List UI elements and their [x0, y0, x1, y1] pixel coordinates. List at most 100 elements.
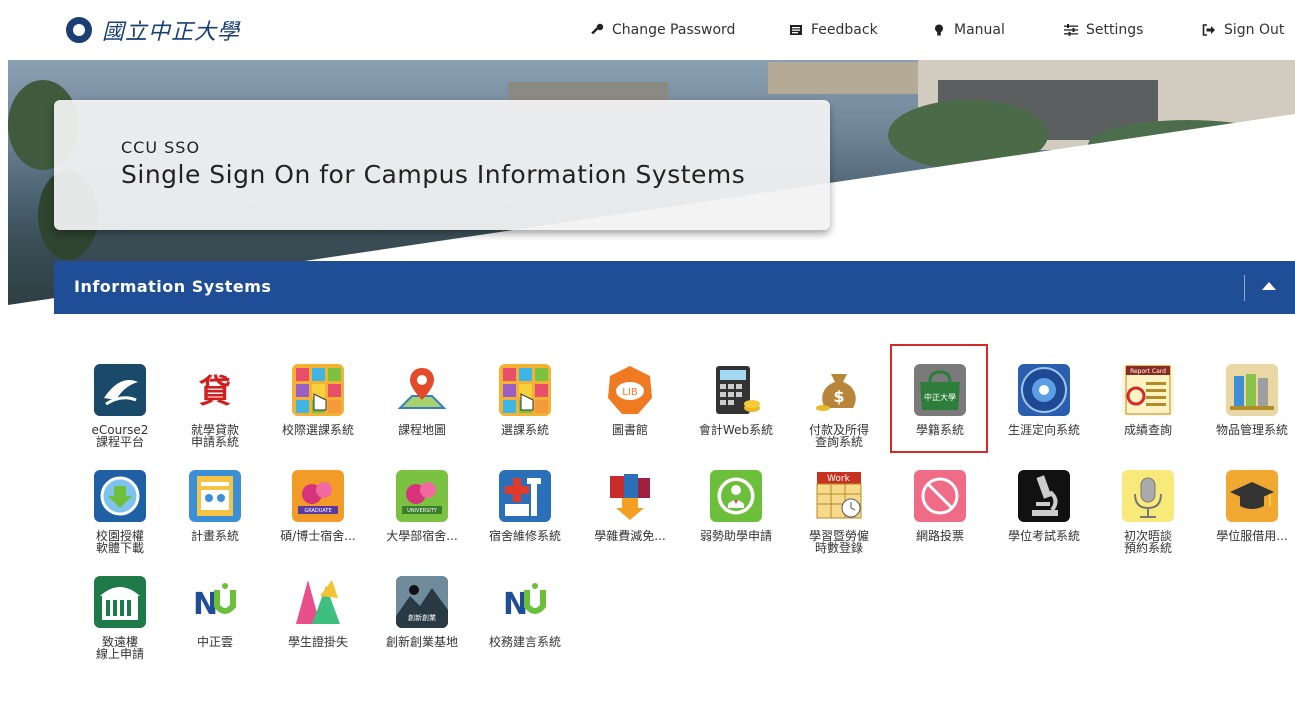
app-tile-student-loan[interactable]: 貸 就學貸款 申請系統 [165, 364, 265, 448]
calculator-icon [710, 364, 762, 416]
microscope-icon [1018, 470, 1070, 522]
app-tile-disadvantaged-aid[interactable]: 弱勢助學申請 [686, 470, 786, 542]
nu-suggestion-icon: N [499, 576, 551, 628]
app-tile-course-selection[interactable]: 選課系統 [475, 364, 575, 436]
collapse-arrow-icon[interactable] [1262, 282, 1276, 290]
graduation-cap-icon [1226, 470, 1278, 522]
app-label: 中正雲 [196, 635, 233, 649]
app-label: 網路投票 [915, 529, 964, 543]
app-tile-plan-system[interactable]: 計畫系統 [165, 470, 265, 542]
student-card-icon [292, 576, 344, 628]
app-label: 成績查詢 [1123, 423, 1172, 437]
svg-text:Report Card: Report Card [1130, 368, 1166, 375]
settings-label: Settings [1086, 22, 1144, 38]
app-tile-property-management[interactable]: 物品管理系統 [1202, 364, 1295, 436]
app-label: 會計Web系統 [698, 423, 774, 437]
app-tile-grade-inquiry[interactable]: Report Card 成績查詢 [1098, 364, 1198, 436]
vote-icon [914, 470, 966, 522]
app-label: 物品管理系統 [1215, 423, 1288, 437]
app-tile-inter-school-course[interactable]: 校際選課系統 [268, 364, 368, 436]
app-tile-ccu-cloud[interactable]: N 中正雲 [165, 576, 265, 648]
app-label: 創新創業基地 [385, 635, 458, 649]
loan-icon: 貸 [189, 364, 241, 416]
assistance-icon [710, 470, 762, 522]
app-tile-software-download[interactable]: 校園授權 軟體下載 [70, 470, 170, 554]
app-tile-career-orientation[interactable]: 生涯定向系統 [994, 364, 1094, 436]
change-password-label: Change Password [612, 22, 736, 38]
app-label: 學雜費減免... [594, 529, 666, 543]
report-card-icon: Report Card [1122, 364, 1174, 416]
money-bag-icon: $ [813, 364, 865, 416]
innovation-icon: 創新創業 [396, 576, 448, 628]
svg-text:創新創業: 創新創業 [408, 613, 436, 622]
repair-icon [499, 470, 551, 522]
app-label: 初次晤談 預約系統 [1123, 529, 1172, 555]
sign-out-link[interactable]: Sign Out [1202, 19, 1284, 41]
svg-text:LIB: LIB [622, 387, 638, 398]
selected-app-highlight [890, 344, 988, 453]
sign-out-icon [1202, 24, 1215, 36]
download-icon [94, 470, 146, 522]
app-tile-course-map[interactable]: 課程地圖 [372, 364, 472, 436]
app-label: 學習暨勞僱 時數登錄 [808, 529, 869, 555]
app-tile-degree-exam[interactable]: 學位考試系統 [994, 470, 1094, 542]
app-tile-library[interactable]: LIB 圖書館 [580, 364, 680, 436]
app-label: 選課系統 [500, 423, 549, 437]
app-tile-undergrad-dorm[interactable]: UNIVERSITY 大學部宿舍... [372, 470, 472, 542]
app-tile-payment-income[interactable]: $ 付款及所得 查詢系統 [789, 364, 889, 448]
manual-link[interactable]: Manual [932, 19, 1005, 41]
app-tile-student-id-loss[interactable]: 學生證掛失 [268, 576, 368, 648]
binders-icon [1226, 364, 1278, 416]
app-tile-online-voting[interactable]: 網路投票 [890, 470, 990, 542]
app-label: 學生證掛失 [287, 635, 348, 649]
app-tile-accounting-web[interactable]: 會計Web系統 [686, 364, 786, 436]
settings-link[interactable]: Settings [1064, 19, 1143, 41]
course-grid-icon [292, 364, 344, 416]
ecourse-icon [94, 364, 146, 416]
key-icon [591, 23, 604, 35]
feedback-icon [790, 25, 802, 35]
svg-text:$: $ [833, 387, 844, 406]
app-label: 圖書館 [611, 423, 648, 437]
career-emblem-icon [1018, 364, 1070, 416]
app-tile-fee-reduction[interactable]: 學雜費減免... [580, 470, 680, 542]
hero-card: CCU SSO Single Sign On for Campus Inform… [54, 100, 830, 230]
panel-title: Information Systems [74, 277, 272, 296]
app-label: 付款及所得 查詢系統 [808, 423, 869, 449]
map-pin-icon [396, 364, 448, 416]
svg-text:Work: Work [827, 474, 851, 484]
manual-label: Manual [954, 22, 1005, 38]
app-label: 計畫系統 [190, 529, 239, 543]
app-tile-gown-rental[interactable]: 學位服借用... [1202, 470, 1295, 542]
app-tile-work-hours[interactable]: Work 學習暨勞僱 時數登錄 [789, 470, 889, 554]
change-password-link[interactable]: Change Password [590, 19, 735, 41]
app-tile-graduate-dorm[interactable]: GRADUATE 碩/博士宿舍... [268, 470, 368, 542]
app-tile-suggestion-system[interactable]: N 校務建言系統 [475, 576, 575, 648]
app-label: 學位服借用... [1216, 529, 1288, 543]
fee-reduction-icon [604, 470, 656, 522]
app-label: 宿舍維修系統 [488, 529, 561, 543]
app-label: 致遠樓 線上申請 [95, 635, 144, 661]
app-tile-zhiyuan-building[interactable]: 致遠樓 線上申請 [70, 576, 170, 660]
app-label: 校務建言系統 [488, 635, 561, 649]
app-label: 就學貸款 申請系統 [190, 423, 239, 449]
microphone-icon [1122, 470, 1174, 522]
app-tile-first-interview[interactable]: 初次晤談 預約系統 [1098, 470, 1198, 554]
building-icon [94, 576, 146, 628]
app-label: 校園授權 軟體下載 [95, 529, 144, 555]
information-systems-panel-header: Information Systems [54, 261, 1295, 314]
app-tile-innovation-base[interactable]: 創新創業 創新創業基地 [372, 576, 472, 648]
feedback-link[interactable]: Feedback [789, 19, 878, 41]
app-label: 生涯定向系統 [1007, 423, 1080, 437]
banner-building [768, 62, 918, 94]
app-tile-ecourse2[interactable]: eCourse2 課程平台 [70, 364, 170, 448]
feedback-label: Feedback [811, 22, 878, 38]
course-grid-icon [499, 364, 551, 416]
app-label: 學位考試系統 [1007, 529, 1080, 543]
graduate-dorm-icon: GRADUATE [292, 470, 344, 522]
nu-cloud-icon: N [189, 576, 241, 628]
app-label: 校際選課系統 [281, 423, 354, 437]
app-label: 碩/博士宿舍... [280, 529, 356, 543]
app-label: 課程地圖 [397, 423, 446, 437]
app-tile-dorm-repair[interactable]: 宿舍維修系統 [475, 470, 575, 542]
